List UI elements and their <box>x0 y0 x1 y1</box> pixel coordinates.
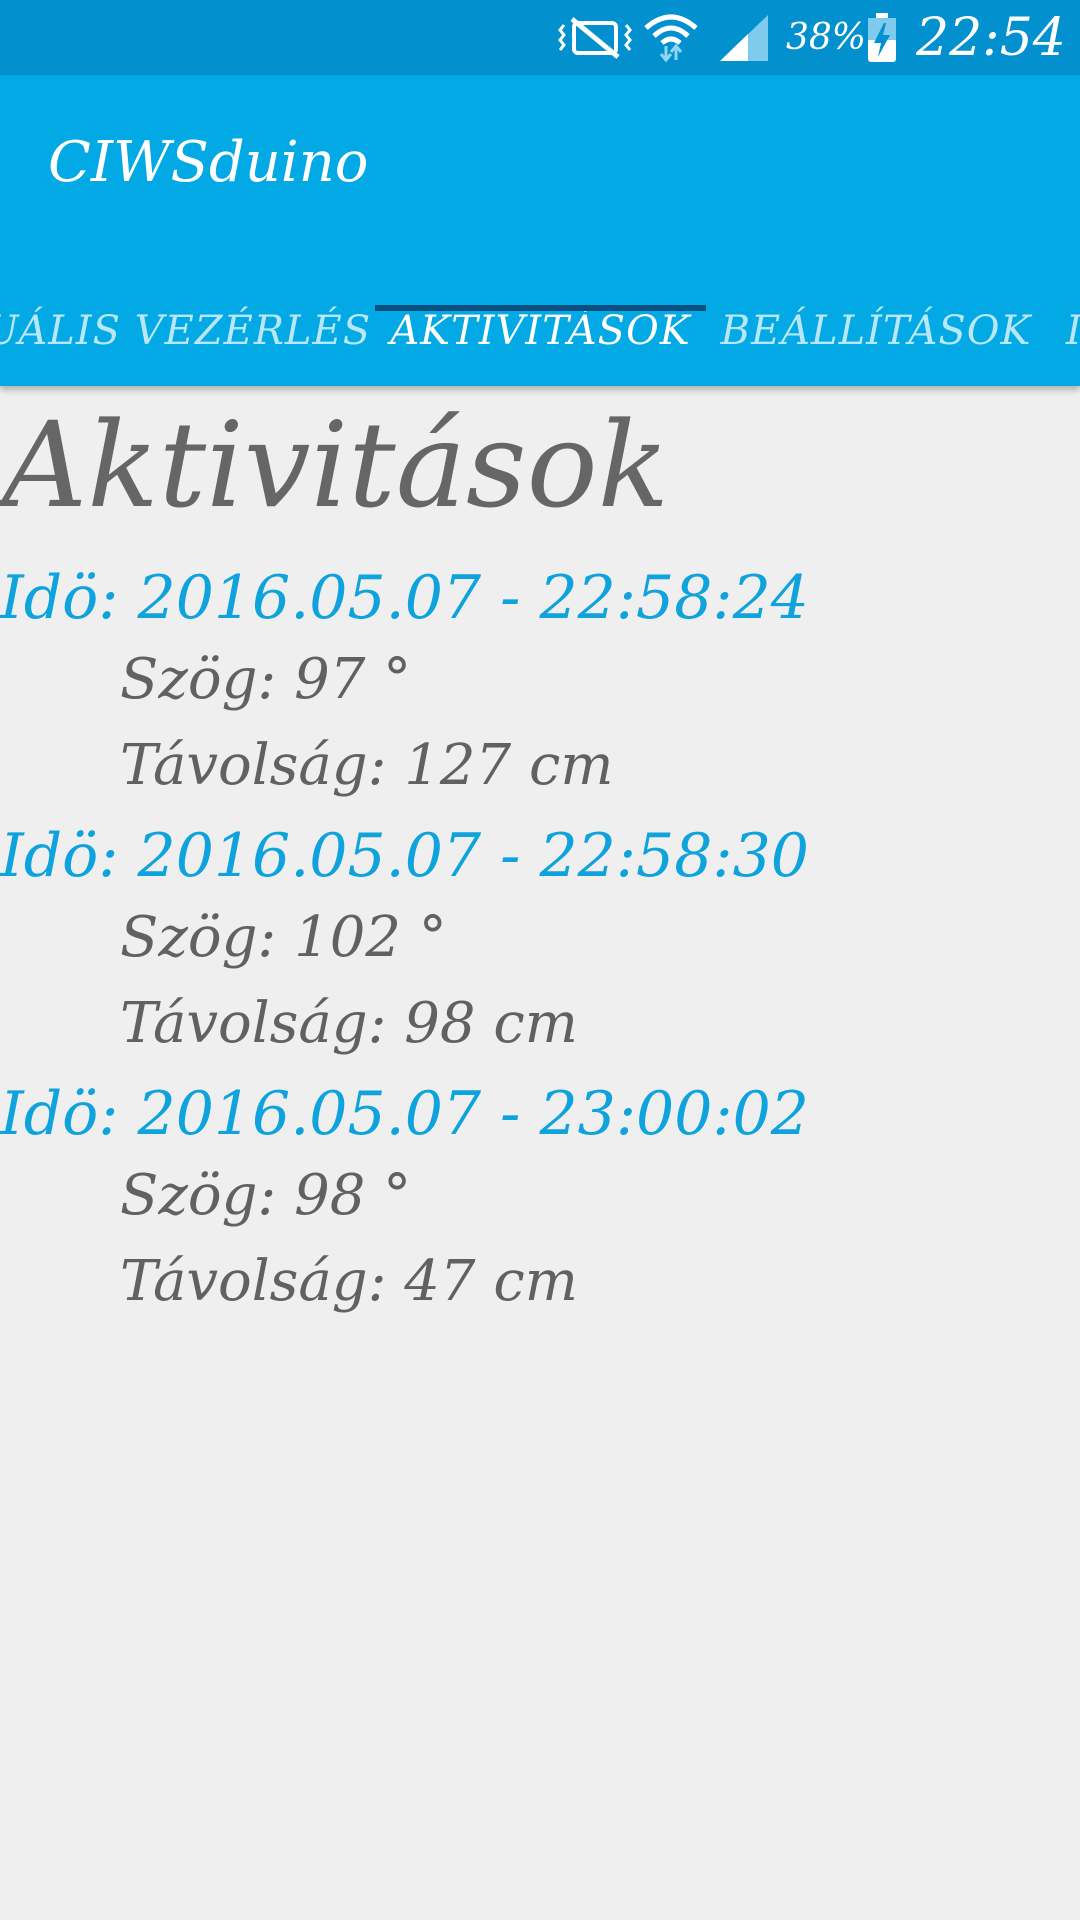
battery-percent-text: 38% <box>786 17 867 58</box>
page-title: Aktivitások <box>2 396 670 534</box>
clock: 22:54 <box>916 7 1066 68</box>
tab-activities[interactable]: AKTIVITÁSOK <box>375 275 706 386</box>
vibrate-icon <box>558 0 632 75</box>
tab-selected-indicator <box>375 305 706 311</box>
entry-distance: Távolság: 47 cm <box>120 1249 578 1314</box>
entry-angle: Szög: 102 ° <box>120 905 447 970</box>
entry-distance: Távolság: 98 cm <box>120 991 578 1056</box>
app-title: CIWSduino <box>48 130 369 195</box>
tab-partial[interactable]: I <box>1066 275 1080 386</box>
tab-bar: NUÁLIS VEZÉRLÉS AKTIVITÁSOK BEÁLLÍTÁSOK … <box>0 275 1080 386</box>
wifi-icon <box>642 0 700 75</box>
entry-distance: Távolság: 127 cm <box>120 733 614 798</box>
entry-angle: Szög: 97 ° <box>120 647 412 712</box>
tab-settings[interactable]: BEÁLLÍTÁSOK <box>720 275 1032 386</box>
battery-charging-icon <box>866 0 898 75</box>
entry-time: Idö: 2016.05.07 - 23:00:02 <box>0 1079 809 1149</box>
entry-angle: Szög: 98 ° <box>120 1163 412 1228</box>
status-bar: 38% 22:54 <box>0 0 1080 75</box>
tab-manual-control[interactable]: NUÁLIS VEZÉRLÉS <box>0 275 370 386</box>
entry-time: Idö: 2016.05.07 - 22:58:24 <box>0 563 809 633</box>
signal-icon <box>718 0 770 75</box>
entry-time: Idö: 2016.05.07 - 22:58:30 <box>0 821 809 891</box>
app-bar: CIWSduino NUÁLIS VEZÉRLÉS AKTIVITÁSOK BE… <box>0 75 1080 386</box>
